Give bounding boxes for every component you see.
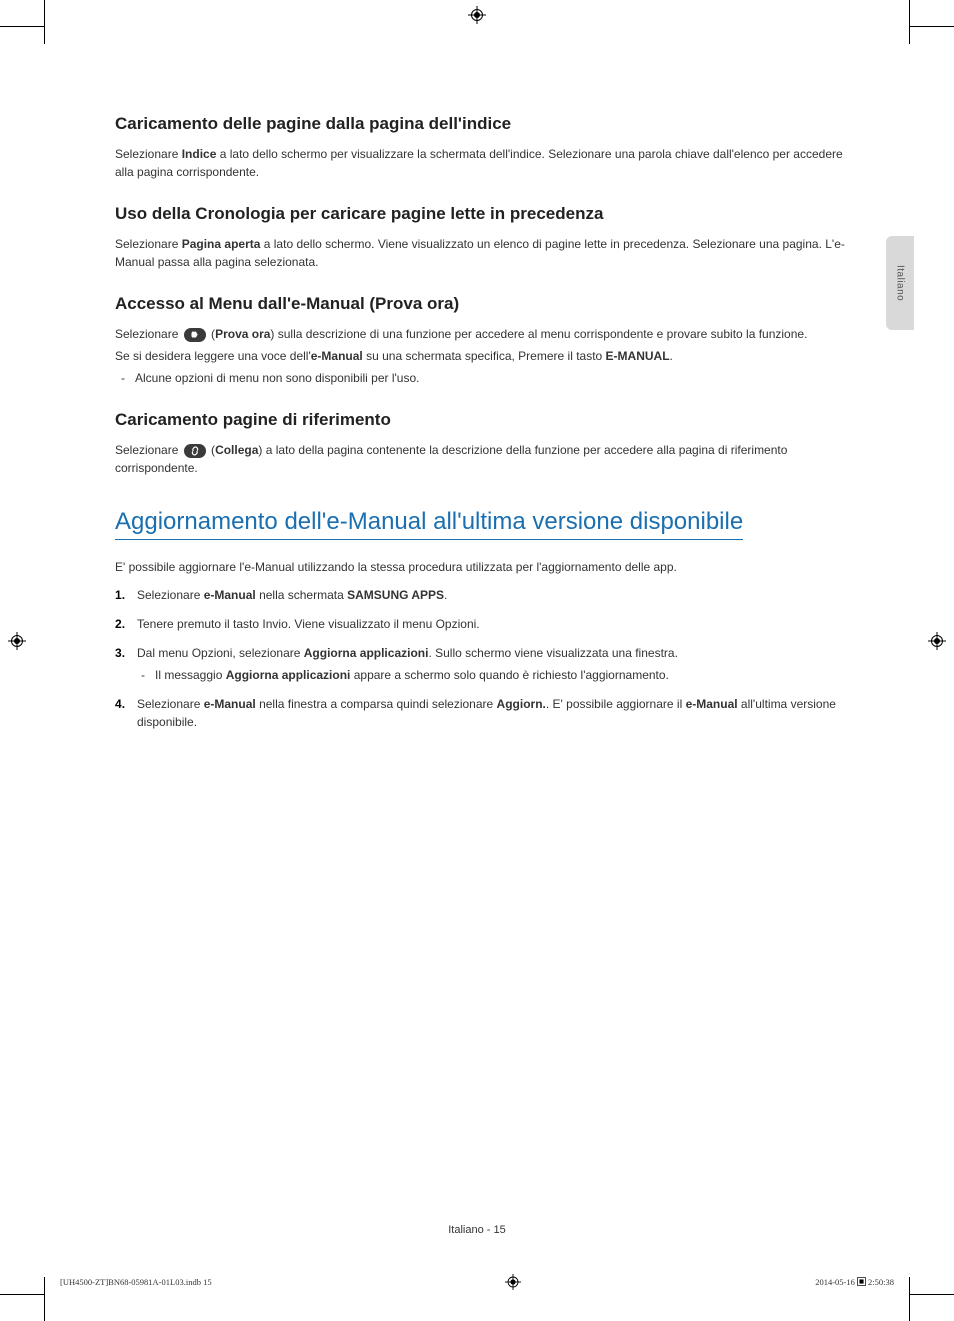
registration-mark-icon bbox=[505, 1274, 521, 1290]
list-item: Alcune opzioni di menu non sono disponib… bbox=[115, 369, 845, 387]
section-history: Uso della Cronologia per caricare pagine… bbox=[115, 203, 845, 271]
list-item: Tenere premuto il tasto Invio. Viene vis… bbox=[115, 615, 845, 634]
footer-file: [UH4500-ZT]BN68-05981A-01L03.indb 15 bbox=[60, 1277, 212, 1287]
language-tab: Italiano bbox=[886, 236, 914, 330]
section-title: Caricamento pagine di riferimento bbox=[115, 409, 845, 431]
language-tab-label: Italiano bbox=[895, 265, 906, 301]
page: Italiano Caricamento delle pagine dalla … bbox=[40, 10, 914, 1296]
steps-list: Selezionare e-Manual nella schermata SAM… bbox=[115, 586, 845, 732]
body-text: Selezionare Indice a lato dello schermo … bbox=[115, 145, 845, 181]
section-title: Uso della Cronologia per caricare pagine… bbox=[115, 203, 845, 225]
page-number: Italiano - 15 bbox=[40, 1224, 914, 1236]
try-now-icon bbox=[184, 328, 206, 342]
section-title: Accesso al Menu dall'e-Manual (Prova ora… bbox=[115, 293, 845, 315]
main-heading: Aggiornamento dell'e-Manual all'ultima v… bbox=[115, 507, 743, 540]
footer-meta: [UH4500-ZT]BN68-05981A-01L03.indb 15 201… bbox=[60, 1274, 894, 1290]
section-index-pages: Caricamento delle pagine dalla pagina de… bbox=[115, 113, 845, 181]
section-update-emanual: Aggiornamento dell'e-Manual all'ultima v… bbox=[115, 507, 845, 732]
section-reference-pages: Caricamento pagine di riferimento Selezi… bbox=[115, 409, 845, 477]
body-text: Selezionare Pagina aperta a lato dello s… bbox=[115, 235, 845, 271]
link-icon bbox=[184, 444, 206, 458]
clock-icon bbox=[857, 1277, 866, 1286]
body-text: Selezionare (Collega) a lato della pagin… bbox=[115, 441, 845, 477]
section-menu-access: Accesso al Menu dall'e-Manual (Prova ora… bbox=[115, 293, 845, 387]
body-text: Se si desidera leggere una voce dell'e-M… bbox=[115, 347, 845, 365]
body-text: E' possibile aggiornare l'e-Manual utili… bbox=[115, 558, 845, 576]
list-item: Selezionare e-Manual nella schermata SAM… bbox=[115, 586, 845, 605]
page-content: Caricamento delle pagine dalla pagina de… bbox=[115, 113, 845, 754]
list-item: Dal menu Opzioni, selezionare Aggiorna a… bbox=[115, 644, 845, 685]
registration-mark-icon bbox=[928, 632, 946, 650]
registration-mark-icon bbox=[8, 632, 26, 650]
body-text: Selezionare (Prova ora) sulla descrizion… bbox=[115, 325, 845, 343]
footer-datetime: 2014-05-16 2:50:38 bbox=[815, 1277, 894, 1287]
list-item: Selezionare e-Manual nella finestra a co… bbox=[115, 695, 845, 732]
section-title: Caricamento delle pagine dalla pagina de… bbox=[115, 113, 845, 135]
list-item: Il messaggio Aggiorna applicazioni appar… bbox=[137, 666, 845, 685]
